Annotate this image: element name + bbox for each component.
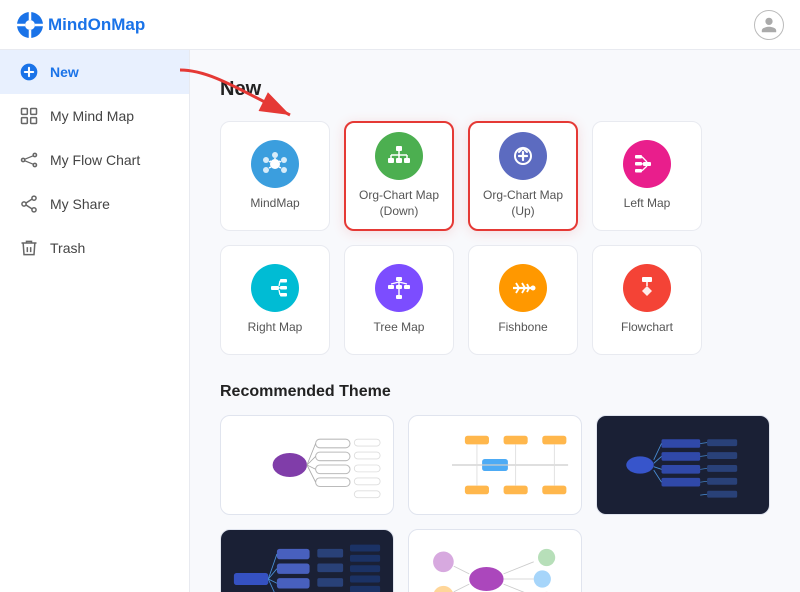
sidebar-item-my-flow-chart[interactable]: My Flow Chart bbox=[0, 138, 189, 182]
map-type-grid: MindMap Org-C bbox=[220, 121, 770, 355]
logo[interactable]: MindOnMap bbox=[0, 11, 190, 39]
sidebar: New My Mind Map bbox=[0, 50, 190, 592]
share-icon bbox=[18, 193, 40, 215]
sidebar-new-label: New bbox=[50, 64, 79, 80]
theme-preview-2 bbox=[409, 416, 581, 514]
mindmap-icon bbox=[251, 140, 299, 188]
user-avatar[interactable] bbox=[754, 10, 784, 40]
org-down-icon bbox=[375, 132, 423, 180]
left-map-icon bbox=[623, 140, 671, 188]
layers-icon bbox=[18, 105, 40, 127]
page-title: New bbox=[220, 78, 770, 101]
logo-icon bbox=[16, 11, 44, 39]
theme-card-5[interactable] bbox=[408, 529, 582, 592]
topbar-right bbox=[190, 10, 800, 40]
sidebar-my-share-label: My Share bbox=[50, 196, 110, 212]
fishbone-icon bbox=[499, 264, 547, 312]
sidebar-item-my-mind-map[interactable]: My Mind Map bbox=[0, 94, 189, 138]
org-down-label: Org-Chart Map(Down) bbox=[359, 188, 439, 219]
map-card-left-map[interactable]: Left Map bbox=[592, 121, 702, 231]
map-card-right-map[interactable]: Right Map bbox=[220, 245, 330, 355]
map-card-mindmap[interactable]: MindMap bbox=[220, 121, 330, 231]
left-map-label: Left Map bbox=[624, 196, 671, 212]
map-card-flowchart[interactable]: Flowchart bbox=[592, 245, 702, 355]
map-card-fishbone[interactable]: Fishbone bbox=[468, 245, 578, 355]
sidebar-my-flow-chart-label: My Flow Chart bbox=[50, 152, 140, 168]
fishbone-label: Fishbone bbox=[498, 320, 547, 336]
map-card-org-up[interactable]: Org-Chart Map (Up) bbox=[468, 121, 578, 231]
right-map-label: Right Map bbox=[248, 320, 303, 336]
theme-preview-3 bbox=[597, 416, 769, 514]
recommended-theme-title: Recommended Theme bbox=[220, 383, 770, 401]
mindmap-label: MindMap bbox=[250, 196, 299, 212]
tree-map-icon bbox=[375, 264, 423, 312]
sidebar-item-new[interactable]: New bbox=[0, 50, 189, 94]
flowchart-label: Flowchart bbox=[621, 320, 673, 336]
theme-card-1[interactable] bbox=[220, 415, 394, 515]
tree-map-label: Tree Map bbox=[374, 320, 425, 336]
logo-text: MindOnMap bbox=[48, 15, 145, 35]
main-content: New bbox=[190, 50, 800, 592]
theme-grid bbox=[220, 415, 770, 592]
sidebar-item-trash[interactable]: Trash bbox=[0, 226, 189, 270]
new-icon bbox=[18, 61, 40, 83]
map-card-tree-map[interactable]: Tree Map bbox=[344, 245, 454, 355]
app-container: MindOnMap New bbox=[0, 0, 800, 592]
theme-preview-5 bbox=[409, 530, 581, 592]
right-map-icon bbox=[251, 264, 299, 312]
theme-card-3[interactable] bbox=[596, 415, 770, 515]
theme-preview-1 bbox=[221, 416, 393, 514]
sidebar-item-my-share[interactable]: My Share bbox=[0, 182, 189, 226]
sidebar-trash-label: Trash bbox=[50, 240, 85, 256]
flow-icon bbox=[18, 149, 40, 171]
topbar: MindOnMap bbox=[0, 0, 800, 50]
org-up-icon bbox=[499, 132, 547, 180]
map-card-org-down[interactable]: Org-Chart Map(Down) bbox=[344, 121, 454, 231]
org-up-label: Org-Chart Map (Up) bbox=[470, 188, 576, 219]
trash-icon bbox=[18, 237, 40, 259]
theme-card-4[interactable] bbox=[220, 529, 394, 592]
flowchart-icon bbox=[623, 264, 671, 312]
user-icon bbox=[760, 16, 778, 34]
sidebar-my-mind-map-label: My Mind Map bbox=[50, 108, 134, 124]
theme-card-2[interactable] bbox=[408, 415, 582, 515]
theme-preview-4 bbox=[221, 530, 393, 592]
